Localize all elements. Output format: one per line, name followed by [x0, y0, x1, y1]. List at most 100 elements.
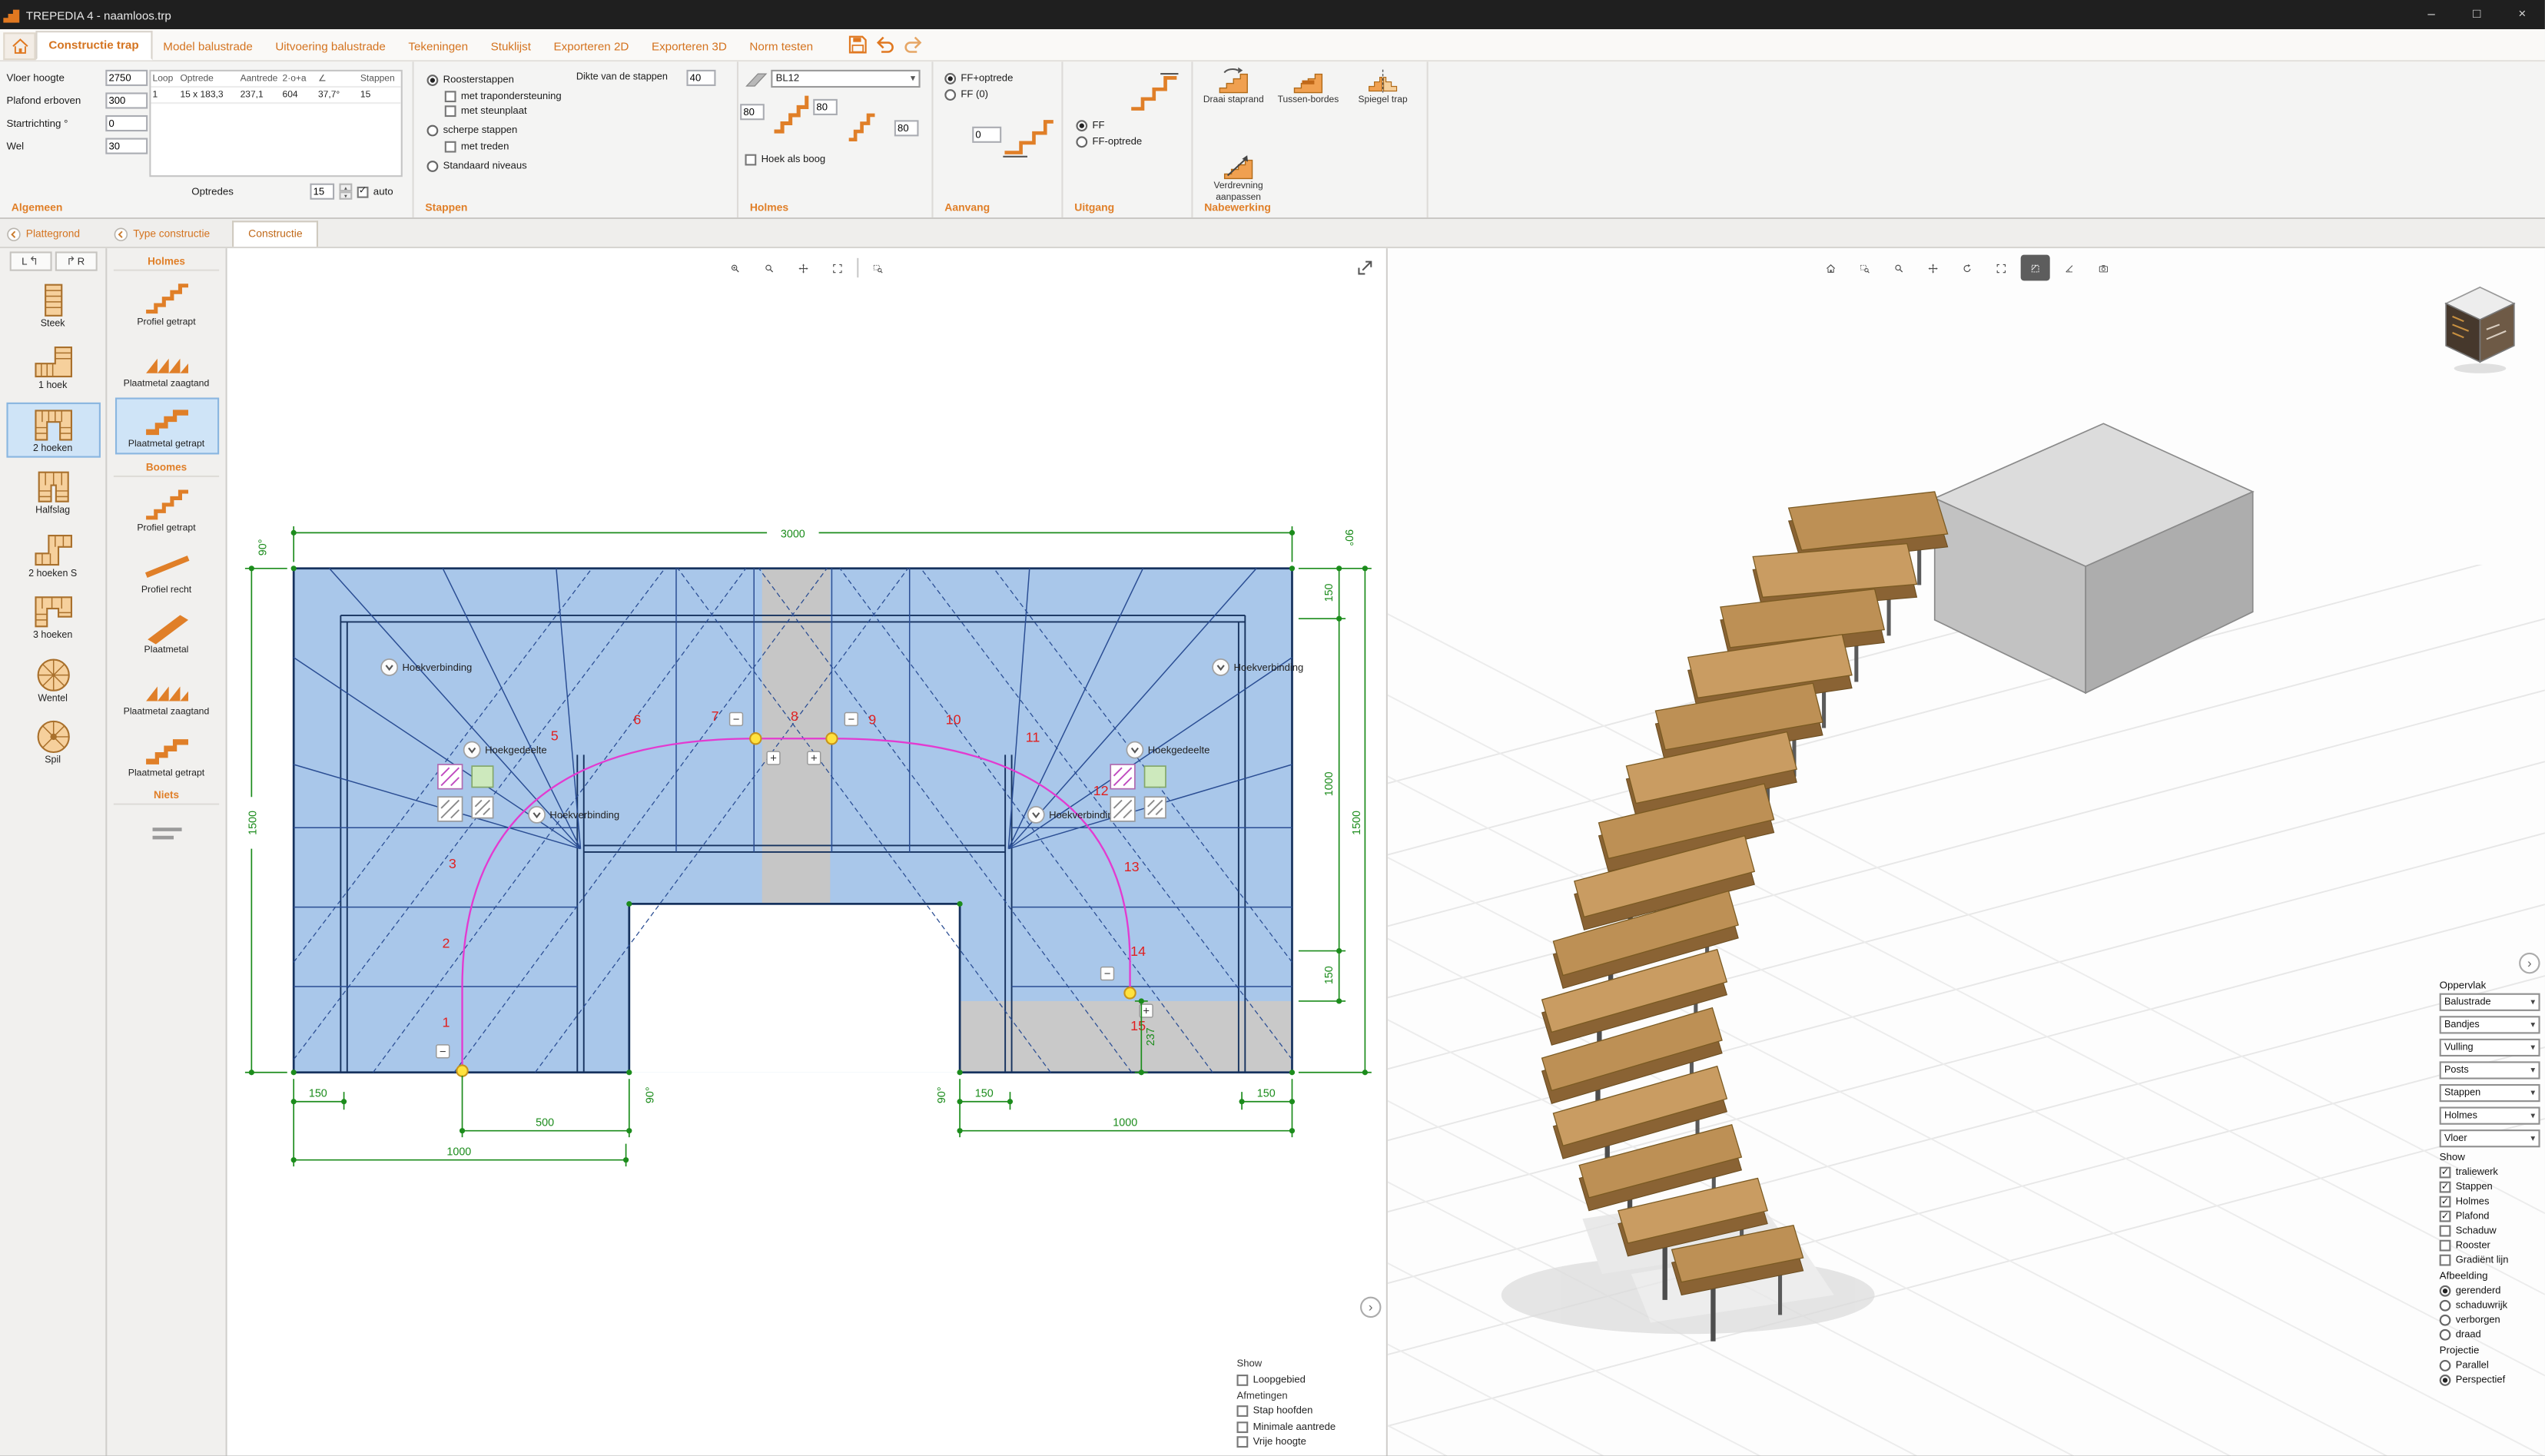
tab-stuklijst[interactable]: Stuklijst [479, 34, 543, 60]
home-view-button[interactable] [1815, 255, 1844, 281]
table-row[interactable]: 1 15 x 183,3 237,1 604 37,7° 15 [151, 88, 400, 104]
niets-item[interactable] [114, 811, 218, 856]
pan-button[interactable] [789, 255, 818, 281]
holmes-profiel-getrapt[interactable]: Profiel getrapt [114, 276, 218, 332]
zoom-region-button[interactable] [864, 255, 893, 281]
surface-select-stappen[interactable]: Stappen▾ [2440, 1084, 2540, 1102]
measure-button[interactable] [2054, 255, 2083, 281]
tab-norm-testen[interactable]: Norm testen [738, 34, 825, 60]
spiegel-trap-button[interactable]: Spiegel trap [1345, 67, 1420, 107]
uitgang-ff-optrede-radio[interactable]: FF-optrede [1076, 136, 1142, 148]
stair-type-wentel[interactable]: Wentel [5, 652, 100, 708]
landing-slab[interactable] [1935, 423, 2253, 693]
tab-constructie-trap[interactable]: Constructie trap [35, 31, 151, 60]
holm-maat2-input[interactable] [813, 99, 838, 115]
zoom-region-button[interactable] [1850, 255, 1879, 281]
hoekgedeelte-marker[interactable]: Hoekgedeelte [1127, 741, 1209, 758]
plan-canvas[interactable]: − − − − + + + Hoekverbinding Hoekverbind… [227, 248, 1388, 1455]
viewport-3d[interactable]: › Oppervlak Balustrade▾ Bandjes▾ Vulling… [1388, 248, 2545, 1455]
startrichting-input[interactable] [105, 115, 148, 131]
holmes-checkbox[interactable]: Holmes [2440, 1196, 2540, 1208]
hoekgedeelte-marker[interactable]: Hoekgedeelte [464, 741, 547, 758]
stappen-checkbox[interactable]: Stappen [2440, 1182, 2540, 1193]
schaduw-checkbox[interactable]: Schaduw [2440, 1225, 2540, 1237]
undo-icon[interactable] [874, 34, 895, 55]
collapse-panel-button[interactable]: › [1360, 1297, 1381, 1318]
vloer-hoogte-input[interactable] [105, 70, 148, 86]
render-3d[interactable] [1388, 248, 2545, 1455]
loopgebied-checkbox[interactable]: Loopgebied [1236, 1374, 1372, 1385]
minimize-button[interactable]: – [2409, 0, 2454, 29]
rotate-view-button[interactable] [1952, 255, 1981, 281]
tab-exporteren-2d[interactable]: Exporteren 2D [543, 34, 640, 60]
maximize-button[interactable]: □ [2454, 0, 2500, 29]
screenshot-button[interactable] [2088, 255, 2117, 281]
zoom-in-button[interactable] [721, 255, 750, 281]
rooster-checkbox[interactable]: Rooster [2440, 1240, 2540, 1252]
tab-exporteren-3d[interactable]: Exporteren 3D [640, 34, 738, 60]
tussenbordes-button[interactable]: Tussen-bordes [1271, 67, 1345, 107]
verborgen-radio[interactable]: verborgen [2440, 1315, 2540, 1326]
gradient-lijn-checkbox[interactable]: Gradiënt lijn [2440, 1255, 2540, 1266]
verdrevning-button[interactable]: Verdrevning aanpassen [1196, 153, 1281, 204]
holm-profile-select[interactable]: BL12▾ [771, 70, 920, 88]
tab-uitvoering-balustrade[interactable]: Uitvoering balustrade [264, 34, 397, 60]
surface-select-balustrade[interactable]: Balustrade▾ [2440, 993, 2540, 1011]
stair-type-spil[interactable]: Spil [5, 715, 100, 771]
draad-radio[interactable]: draad [2440, 1329, 2540, 1341]
optredes-stepper[interactable]: ▴▾ [339, 184, 352, 200]
stair-type-1-hoek[interactable]: 1 hoek [5, 340, 100, 396]
surface-select-vulling[interactable]: Vulling▾ [2440, 1039, 2540, 1056]
stair-type-2-hoeken-s[interactable]: 2 hoeken S [5, 527, 100, 583]
direction-right-button[interactable]: ↱R [55, 251, 97, 270]
add-step-button[interactable]: + [808, 751, 821, 764]
plan-drawing[interactable]: − − − − + + + Hoekverbinding Hoekverbind… [227, 248, 1386, 1455]
met-treden-checkbox[interactable]: met treden [445, 141, 509, 153]
holm-maat1-input[interactable] [740, 104, 765, 120]
hoekverbinding-marker[interactable]: Hoekverbinding [1213, 659, 1303, 675]
wel-input[interactable] [105, 138, 148, 154]
auto-checkbox[interactable] [357, 186, 369, 197]
gerenderd-radio[interactable]: gerenderd [2440, 1285, 2540, 1297]
add-step-button[interactable]: + [767, 751, 780, 764]
vrije-hoogte-checkbox[interactable]: Vrije hoogte [1236, 1436, 1372, 1448]
boomes-plaatmetal-zaagtand[interactable]: Plaatmetal zaagtand [114, 665, 218, 721]
boomes-plaatmetal[interactable]: Plaatmetal [114, 604, 218, 660]
stair-type-steek[interactable]: Steek [5, 277, 100, 333]
section-box-button[interactable] [2020, 255, 2049, 281]
aanvang-ff0-radio[interactable]: FF (0) [944, 89, 988, 101]
surface-select-posts[interactable]: Posts▾ [2440, 1061, 2540, 1079]
navigation-cube[interactable] [2441, 284, 2519, 375]
trapondersteuning-checkbox[interactable]: met trapondersteuning [445, 91, 562, 102]
stair-type-3-hoeken[interactable]: 3 hoeken [5, 590, 100, 646]
schaduwrijk-radio[interactable]: schaduwrijk [2440, 1300, 2540, 1312]
plafond-input[interactable] [105, 92, 148, 108]
boomes-plaatmetal-getrapt[interactable]: Plaatmetal getrapt [114, 726, 218, 782]
tab-plattegrond[interactable]: Plattegrond [0, 227, 107, 247]
spin-down-icon[interactable]: ▾ [339, 191, 352, 200]
pan-button[interactable] [1918, 255, 1947, 281]
aanvang-ff-optrede-radio[interactable]: FF+optrede [944, 73, 1013, 85]
hoek-als-boog-checkbox[interactable]: Hoek als boog [745, 154, 825, 166]
surface-select-vloer[interactable]: Vloer▾ [2440, 1129, 2540, 1147]
traliewerk-checkbox[interactable]: traliewerk [2440, 1167, 2540, 1179]
holmes-plaatmetal-getrapt[interactable]: Plaatmetal getrapt [114, 398, 218, 454]
stair-type-halfslag[interactable]: Halfslag [5, 465, 100, 521]
tab-tekeningen[interactable]: Tekeningen [397, 34, 479, 60]
standaard-niveaus-radio[interactable]: Standaard niveaus [427, 161, 527, 172]
minimale-aantrede-checkbox[interactable]: Minimale aantrede [1236, 1421, 1372, 1432]
collapse-panel-button[interactable]: › [2519, 953, 2540, 973]
close-button[interactable]: × [2500, 0, 2545, 29]
direction-left-button[interactable]: L↰ [9, 251, 51, 270]
stair-type-2-hoeken[interactable]: 2 hoeken [5, 403, 100, 459]
save-icon[interactable] [847, 34, 868, 55]
holmes-plaatmetal-zaagtand[interactable]: Plaatmetal zaagtand [114, 337, 218, 393]
surface-select-bandjes[interactable]: Bandjes▾ [2440, 1016, 2540, 1033]
spin-up-icon[interactable]: ▴ [339, 184, 352, 192]
draai-staprand-button[interactable]: Draai staprand [1196, 67, 1271, 107]
boomes-profiel-recht[interactable]: Profiel recht [114, 543, 218, 599]
hoekverbinding-marker[interactable]: Hoekverbinding [529, 807, 619, 823]
optredes-input[interactable] [310, 184, 334, 200]
remove-step-button[interactable]: − [1101, 967, 1114, 980]
tab-type-constructie[interactable]: Type constructie [107, 227, 227, 247]
